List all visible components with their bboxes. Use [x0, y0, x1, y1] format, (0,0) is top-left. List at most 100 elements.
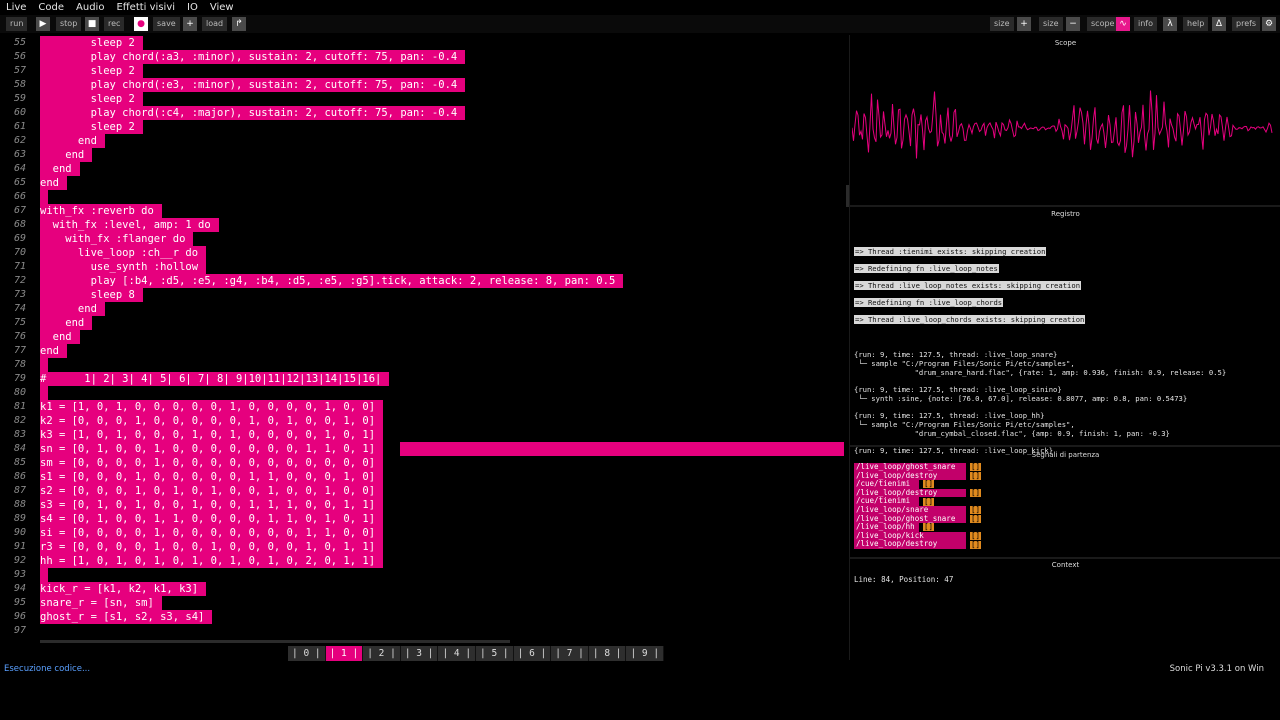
prefs-icon[interactable]: ⚙ — [1262, 17, 1276, 31]
rec-icon[interactable]: ● — [134, 17, 148, 31]
save-label[interactable]: save — [153, 17, 180, 31]
code-line[interactable]: 63 end — [0, 148, 848, 162]
code-line[interactable]: 78 — [0, 358, 848, 372]
buffer-tabs: | 0 | | 1 | | 2 | | 3 | | 4 | | 5 | | 6 | | 7 |… — [288, 646, 665, 661]
buffer-tab-6[interactable]: | 6 | — [513, 646, 552, 661]
code-line[interactable]: 74 end — [0, 302, 848, 316]
code-line[interactable]: 57 sleep 2 — [0, 64, 848, 78]
buffer-tab-1[interactable]: | 1 | — [325, 646, 364, 661]
line-number: 94 — [13, 583, 26, 594]
cue-row: /cue/tienimi [] — [854, 480, 981, 489]
log-highlight: => Thread :tienimi exists: skipping crea… — [854, 247, 1047, 256]
line-number: 88 — [13, 499, 26, 510]
prefs-label[interactable]: prefs — [1232, 17, 1261, 31]
info-label[interactable]: info — [1134, 17, 1158, 31]
menu-view[interactable]: View — [204, 0, 240, 15]
buffer-tab-5[interactable]: | 5 | — [476, 646, 514, 661]
menu-code[interactable]: Code — [32, 0, 70, 15]
code-line[interactable]: 86 s1 = [0, 0, 0, 1, 0, 0, 0, 0, 0, 1, 1,… — [0, 470, 848, 484]
line-code: # 1| 2| 3| 4| 5| 6| 7| 8| 9|10|11|12|13|… — [40, 372, 390, 386]
menu-live[interactable]: Live — [0, 0, 32, 15]
code-line[interactable]: 96 ghost_r = [s1, s2, s3, s4] — [0, 610, 848, 624]
line-number: 90 — [13, 527, 26, 538]
cue-row: /live_loop/destroy [] — [854, 488, 982, 498]
stop-icon[interactable]: ■ — [85, 17, 99, 31]
buffer-tab-3[interactable]: | 3 | — [400, 646, 439, 661]
menu-io[interactable]: IO — [181, 0, 204, 15]
help-icon[interactable]: Δ — [1212, 17, 1226, 31]
code-line[interactable]: 81 k1 = [1, 0, 1, 0, 0, 0, 0, 0, 1, 0, 0,… — [0, 400, 848, 414]
run-label[interactable]: run — [6, 17, 28, 31]
code-line[interactable]: 79 # 1| 2| 3| 4| 5| 6| 7| 8| 9|10|11|12|1… — [0, 372, 848, 386]
code-line[interactable]: 72 play [:b4, :d5, :e5, :g4, :b4, :d5, :… — [0, 274, 848, 288]
load-label[interactable]: load — [202, 17, 228, 31]
code-line[interactable]: 55 sleep 2 — [0, 36, 848, 50]
cue-path: /live_loop/destroy — [854, 488, 966, 498]
size-decrease-icon[interactable]: − — [1066, 17, 1080, 31]
code-line[interactable]: 59 sleep 2 — [0, 92, 848, 106]
code-line[interactable]: 66 — [0, 190, 848, 204]
help-label[interactable]: help — [1183, 17, 1209, 31]
code-line[interactable]: 75 end — [0, 316, 848, 330]
code-line[interactable]: 84 sn = [0, 1, 0, 0, 1, 0, 0, 0, 0, 0, 0,… — [0, 442, 848, 456]
buffer-tab-7[interactable]: | 7 | — [551, 646, 589, 661]
code-editor[interactable]: 55 sleep 2 56 play chord(:a3, :minor), su… — [0, 35, 848, 640]
code-line[interactable]: 56 play chord(:a3, :minor), sustain: 2, … — [0, 50, 848, 64]
code-line[interactable]: 93 — [0, 568, 848, 582]
menu-effetti-visivi[interactable]: Effetti visivi — [110, 0, 181, 15]
code-line[interactable]: 76 end — [0, 330, 848, 344]
code-line[interactable]: 90 si = [0, 0, 0, 0, 1, 0, 0, 0, 0, 0, 0,… — [0, 526, 848, 540]
code-line[interactable]: 70 live_loop :ch__r do — [0, 246, 848, 260]
code-line[interactable]: 97 — [0, 624, 848, 638]
code-line[interactable]: 89 s4 = [0, 1, 0, 0, 1, 1, 0, 0, 0, 0, 1,… — [0, 512, 848, 526]
buffer-tab-0[interactable]: | 0 | — [288, 646, 326, 661]
code-line[interactable]: 77 end — [0, 344, 848, 358]
code-line[interactable]: 87 s2 = [0, 0, 0, 1, 0, 1, 0, 1, 0, 0, 1,… — [0, 484, 848, 498]
scope-icon[interactable]: ∿ — [1116, 17, 1130, 31]
scope-label[interactable]: scope — [1087, 17, 1119, 31]
code-line[interactable]: 60 play chord(:c4, :major), sustain: 2, … — [0, 106, 848, 120]
line-number: 73 — [13, 289, 26, 300]
code-line[interactable]: 61 sleep 2 — [0, 120, 848, 134]
buffer-tab-2[interactable]: | 2 | — [363, 646, 401, 661]
buffer-tab-8[interactable]: | 8 | — [588, 646, 627, 661]
code-line[interactable]: 73 sleep 8 — [0, 288, 848, 302]
buffer-tab-9[interactable]: | 9 | — [626, 646, 665, 661]
code-line[interactable]: 83 k3 = [1, 0, 1, 0, 0, 0, 1, 0, 1, 0, 0,… — [0, 428, 848, 442]
size-increase-label[interactable]: size — [990, 17, 1014, 31]
load-icon[interactable]: ↱ — [232, 17, 246, 31]
code-line[interactable]: 68 with_fx :level, amp: 1 do — [0, 218, 848, 232]
line-code: sleep 2 — [40, 92, 143, 106]
code-line[interactable]: 64 end — [0, 162, 848, 176]
code-line[interactable]: 82 k2 = [0, 0, 0, 1, 0, 0, 0, 0, 0, 1, 0,… — [0, 414, 848, 428]
code-line[interactable]: 88 s3 = [0, 1, 0, 1, 0, 0, 1, 0, 0, 1, 1,… — [0, 498, 848, 512]
code-line[interactable]: 67 with_fx :reverb do — [0, 204, 848, 218]
stop-label[interactable]: stop — [56, 17, 82, 31]
line-number: 91 — [13, 541, 26, 552]
line-code: sleep 8 — [40, 288, 143, 302]
code-line[interactable]: 80 — [0, 386, 848, 400]
buffer-tab-4[interactable]: | 4 | — [438, 646, 477, 661]
size-increase-icon[interactable]: + — [1017, 17, 1031, 31]
status-message: Esecuzione codice... — [4, 664, 91, 674]
size-decrease-label[interactable]: size — [1039, 17, 1063, 31]
cue-value: [] — [970, 539, 982, 549]
line-code: end — [40, 330, 80, 344]
code-line[interactable]: 92 hh = [1, 0, 1, 0, 1, 0, 1, 0, 1, 0, 1,… — [0, 554, 848, 568]
code-line[interactable]: 62 end — [0, 134, 848, 148]
code-line[interactable]: 85 sm = [0, 0, 0, 0, 1, 0, 0, 0, 0, 0, 0,… — [0, 456, 848, 470]
code-line[interactable]: 95 snare_r = [sn, sm] — [0, 596, 848, 610]
code-line[interactable]: 58 play chord(:e3, :minor), sustain: 2, … — [0, 78, 848, 92]
code-line[interactable]: 69 with_fx :flanger do — [0, 232, 848, 246]
save-icon[interactable]: + — [183, 17, 197, 31]
menu-audio[interactable]: Audio — [70, 0, 110, 15]
horizontal-scrollbar[interactable] — [40, 640, 510, 643]
code-line[interactable]: 91 r3 = [0, 0, 0, 0, 1, 0, 0, 1, 0, 0, 0,… — [0, 540, 848, 554]
line-code: end — [40, 148, 93, 162]
code-line[interactable]: 65 end — [0, 176, 848, 190]
code-line[interactable]: 71 use_synth :hollow — [0, 260, 848, 274]
info-icon[interactable]: λ — [1163, 17, 1177, 31]
code-line[interactable]: 94 kick_r = [k1, k2, k1, k3] — [0, 582, 848, 596]
rec-label[interactable]: rec — [104, 17, 125, 31]
run-icon[interactable]: ▶ — [36, 17, 50, 31]
